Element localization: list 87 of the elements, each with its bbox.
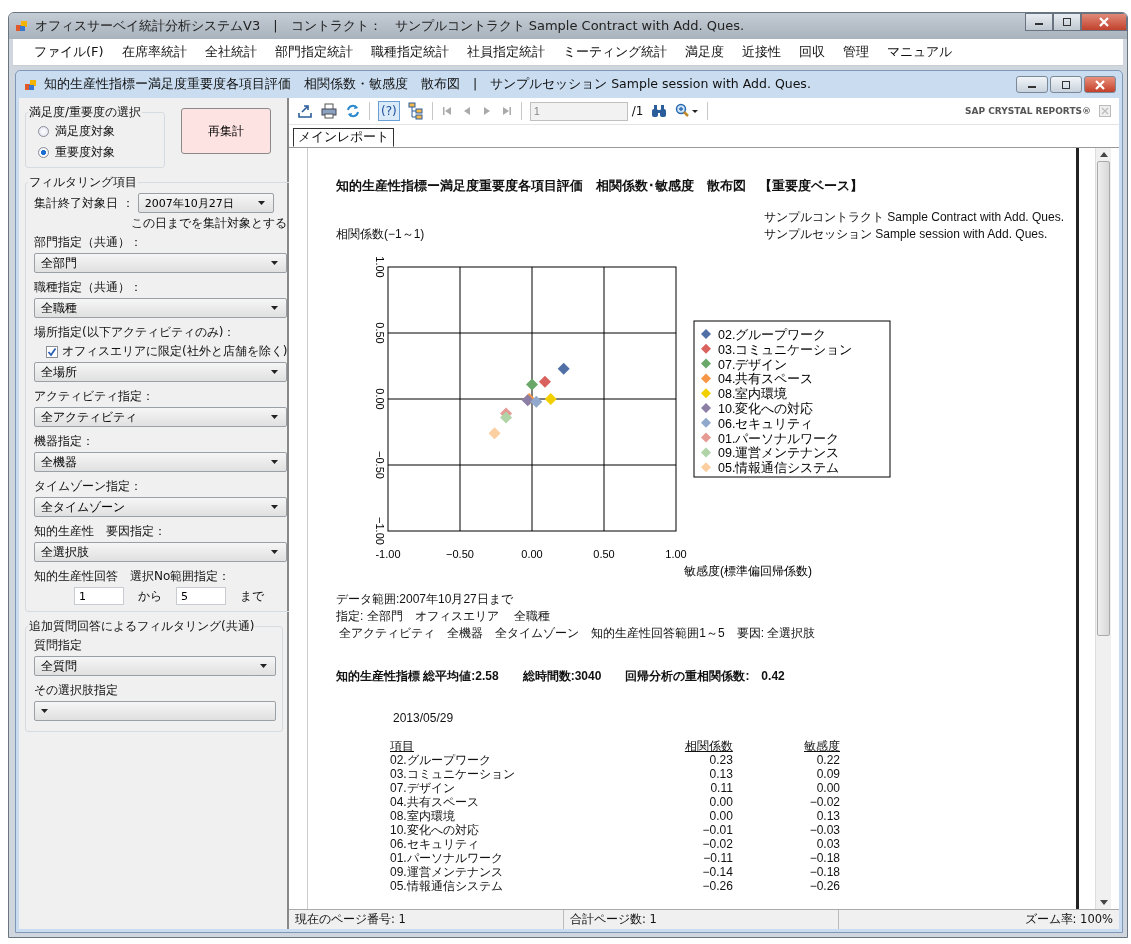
legend-label: 04.共有スペース: [718, 372, 814, 387]
field-label: 部門指定（共通）：: [34, 234, 143, 251]
column-header: 敏感度: [732, 739, 840, 753]
status-text: 合計ページ数: 1: [564, 910, 839, 929]
axis-label: 相関係数(−1～1): [336, 226, 425, 243]
table-cell-text: 0.00: [708, 809, 733, 823]
field-label: 場所指定(以下アクティビティのみ)：: [34, 324, 237, 341]
legend-label: 03.コミュニケーション: [718, 342, 853, 357]
brand-label: SAP CRYSTAL REPORTS®: [965, 106, 1091, 116]
tick-label: −1.00: [374, 517, 386, 545]
axis-label: 敏感度(標準偏回帰係数): [684, 564, 812, 578]
window-title: オフィスサーベイ統計分析システムV3 | コントラクト： サンプルコントラクト Sample Contract with Add. Ques.: [35, 17, 745, 35]
table-cell: 08.室内環境: [390, 809, 590, 823]
field-label: 知的生産性回答 選択No範囲指定：: [34, 568, 232, 585]
tick-label: 0.50: [593, 548, 615, 560]
contract-text: サンプルコントラクト Sample Contract with Add. Ques.: [763, 209, 1064, 226]
status-text: ズーム率: 100%: [1023, 911, 1114, 928]
status-text: 現在のページ番号: 1: [289, 910, 564, 929]
table-cell: 0.22: [732, 753, 840, 767]
window-title: 知的生産性指標ー満足度重要度各項目評価 相関係数・敏感度 散布図 | サンプルセッション Sample session with Add. Ques.: [44, 76, 811, 93]
tick-label: −0.50: [374, 451, 386, 479]
contract-text: サンプルセッション Sample session with Add. Ques.: [763, 226, 1049, 243]
tick-label: −0.50: [446, 548, 474, 560]
field-label: その選択肢指定: [34, 682, 119, 699]
table-cell-text: 0.11: [709, 781, 733, 795]
field-label: 質問指定: [34, 637, 83, 654]
table-cell-text: 07.デザイン: [390, 781, 456, 795]
tick-label: -1.00: [375, 548, 401, 560]
table-cell-text: 05.情報通信システム: [390, 879, 504, 893]
tick-label: 0.00: [521, 548, 543, 560]
table-cell-text: 02.グループワーク: [390, 753, 492, 767]
legend-label: 10.変化への対応: [718, 402, 814, 416]
table-cell-text: −0.01: [701, 823, 733, 837]
table-cell: −0.03: [732, 823, 840, 837]
field-label: 集計終了対象日 ：: [34, 194, 134, 212]
filter-summary-text: 指定: 全部門 オフィスエリア 全職種: [336, 608, 551, 625]
table-cell-text: 06.セキュリティ: [390, 837, 480, 851]
column-header: 相関係数: [683, 739, 733, 753]
table-cell: 0.03: [732, 837, 840, 851]
table-cell-text: 09.運営メンテナンス: [390, 865, 504, 879]
summary-text: 知的生産性指標 総平均値:2.58 総時間数:3040 回帰分析の重相関係数: 0.42: [336, 668, 786, 685]
tick-label: 0.00: [374, 388, 386, 410]
table-cell: 0.00: [732, 781, 840, 795]
field-label: 知的生産性 要因指定：: [34, 523, 167, 540]
page-total: /1: [631, 104, 644, 118]
table-cell-text: 0.13: [708, 767, 733, 781]
hint-text: この日までを集計対象とする: [131, 215, 288, 232]
table-cell: −0.18: [732, 851, 840, 865]
table-cell-text: 04.共有スペース: [390, 795, 480, 809]
legend-label: 09.運営メンテナンス: [718, 446, 840, 461]
table-cell: −0.18: [732, 865, 840, 879]
range-suffix: まで: [240, 587, 264, 605]
table-cell: 0.09: [732, 767, 840, 781]
table-cell-text: −0.11: [702, 851, 733, 865]
table-cell: 0.13: [732, 809, 840, 823]
legend-label: 05.情報通信システム: [718, 461, 840, 476]
table-cell-text: −0.14: [701, 865, 733, 879]
range-separator: から: [138, 587, 162, 605]
group-label: 追加質問回答によるフィルタリング(共通): [28, 618, 256, 635]
legend-label: 07.デザイン: [718, 357, 788, 372]
table-cell-text: −0.26: [701, 879, 733, 893]
table-cell-text: 01.パーソナルワーク: [390, 851, 504, 865]
tick-label: 0.50: [374, 322, 386, 344]
table-cell-text: −0.02: [701, 837, 733, 851]
table-cell: −0.02: [732, 795, 840, 809]
legend-label: 08.室内環境: [718, 387, 788, 402]
field-label: タイムゾーン指定：: [34, 478, 143, 495]
filter-summary-text: 全アクティビティ 全機器 全タイムゾーン 知的生産性回答範囲1～5 要因: 全選択肢: [338, 625, 817, 642]
legend-label: 01.パーソナルワーク: [718, 431, 840, 446]
tick-label: 1.00: [665, 548, 687, 560]
report-date: 2013/05/29: [393, 711, 455, 725]
field-label: 職種指定（共通）：: [34, 279, 143, 296]
table-cell-text: 0.23: [708, 753, 733, 767]
report-title: 知的生産性指標ー満足度重要度各項目評価 相関係数･敏感度 散布図 【重要度ベース】: [336, 178, 864, 195]
legend-label: 02.グループワーク: [718, 328, 827, 342]
group-label: フィルタリング項目: [28, 174, 138, 191]
table-cell-text: 10.変化への対応: [390, 823, 480, 837]
legend-label: 06.セキュリティ: [718, 416, 814, 431]
table-cell-text: 0.00: [708, 795, 733, 809]
table-cell-text: 03.コミュニケーション: [390, 767, 516, 781]
filter-summary-text: データ範囲:2007年10月27日まで: [336, 591, 514, 608]
tick-label: 1.00: [374, 256, 386, 278]
field-label: 機器指定：: [34, 433, 95, 450]
column-header: 項目: [390, 739, 415, 753]
field-label: アクティビティ指定：: [34, 388, 155, 405]
group-label: 満足度/重要度の選択: [28, 104, 143, 121]
table-cell: −0.26: [732, 879, 840, 893]
